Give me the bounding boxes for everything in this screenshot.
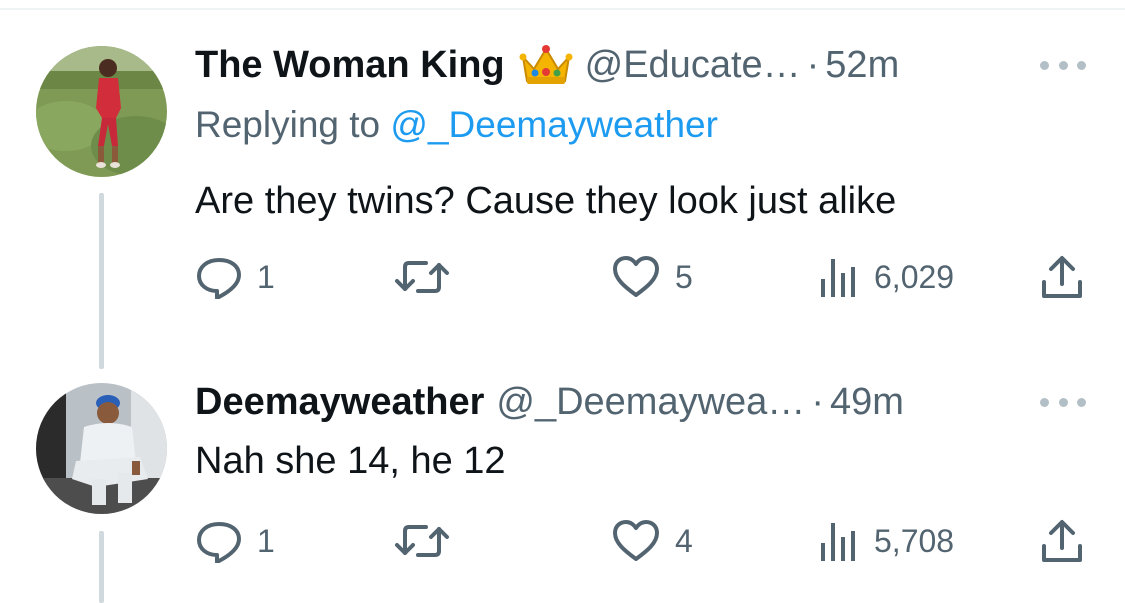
separator-dot: · (811, 380, 824, 423)
retweet-button[interactable] (394, 253, 464, 301)
views-icon (818, 255, 860, 299)
author-handle[interactable]: @Educate… (585, 44, 801, 87)
tweet-actions: 1 5 6,029 (0, 253, 1125, 301)
share-icon (1040, 518, 1084, 564)
views-button[interactable]: 6,029 (818, 253, 954, 301)
reply-button[interactable]: 1 (195, 253, 275, 301)
views-button[interactable]: 5,708 (818, 517, 954, 565)
share-icon (1040, 254, 1084, 300)
mention-link[interactable]: @_Deemayweather (390, 104, 718, 145)
timestamp[interactable]: 52m (825, 44, 899, 87)
tweet-header: Deemayweather @_Deemaywea… · 49m (195, 380, 904, 424)
reply-count: 1 (257, 258, 275, 295)
share-button[interactable] (1040, 517, 1084, 565)
crown-icon (519, 43, 573, 87)
retweet-icon (394, 521, 450, 561)
separator-dot: · (806, 43, 820, 86)
tweet-actions: 1 4 5,708 (0, 517, 1125, 565)
author-name[interactable]: Deemayweather (195, 381, 484, 424)
like-button[interactable]: 4 (611, 517, 693, 565)
tweet-1[interactable]: The Woman King @Educate… · 52m Replying … (0, 0, 1125, 380)
tweet-header: The Woman King @Educate… · 52m (195, 43, 899, 87)
more-icon[interactable] (1040, 58, 1086, 72)
share-button[interactable] (1040, 253, 1084, 301)
retweet-button[interactable] (394, 517, 464, 565)
author-name[interactable]: The Woman King (195, 44, 505, 87)
like-count: 5 (675, 258, 693, 295)
more-icon[interactable] (1040, 395, 1086, 409)
timestamp[interactable]: 49m (830, 381, 904, 424)
views-count: 5,708 (874, 522, 955, 559)
like-button[interactable]: 5 (611, 253, 693, 301)
reply-count: 1 (257, 522, 275, 559)
heart-icon (611, 519, 661, 563)
retweet-icon (394, 257, 450, 297)
avatar-the-woman-king[interactable] (36, 46, 167, 177)
views-count: 6,029 (874, 258, 955, 295)
tweet-text: Are they twins? Cause they look just ali… (195, 180, 897, 222)
avatar-deemayweather[interactable] (36, 383, 167, 514)
heart-icon (611, 255, 661, 299)
reply-icon (195, 255, 243, 299)
reply-button[interactable]: 1 (195, 517, 275, 565)
replying-to: Replying to @_Deemayweather (195, 104, 718, 146)
author-handle[interactable]: @_Deemaywea… (496, 381, 805, 424)
like-count: 4 (675, 522, 693, 559)
views-icon (818, 519, 860, 563)
tweet-2[interactable]: Deemayweather @_Deemaywea… · 49m Nah she… (0, 380, 1125, 603)
tweet-text: Nah she 14, he 12 (195, 440, 506, 482)
replying-prefix: Replying to (195, 104, 391, 145)
reply-icon (195, 519, 243, 563)
